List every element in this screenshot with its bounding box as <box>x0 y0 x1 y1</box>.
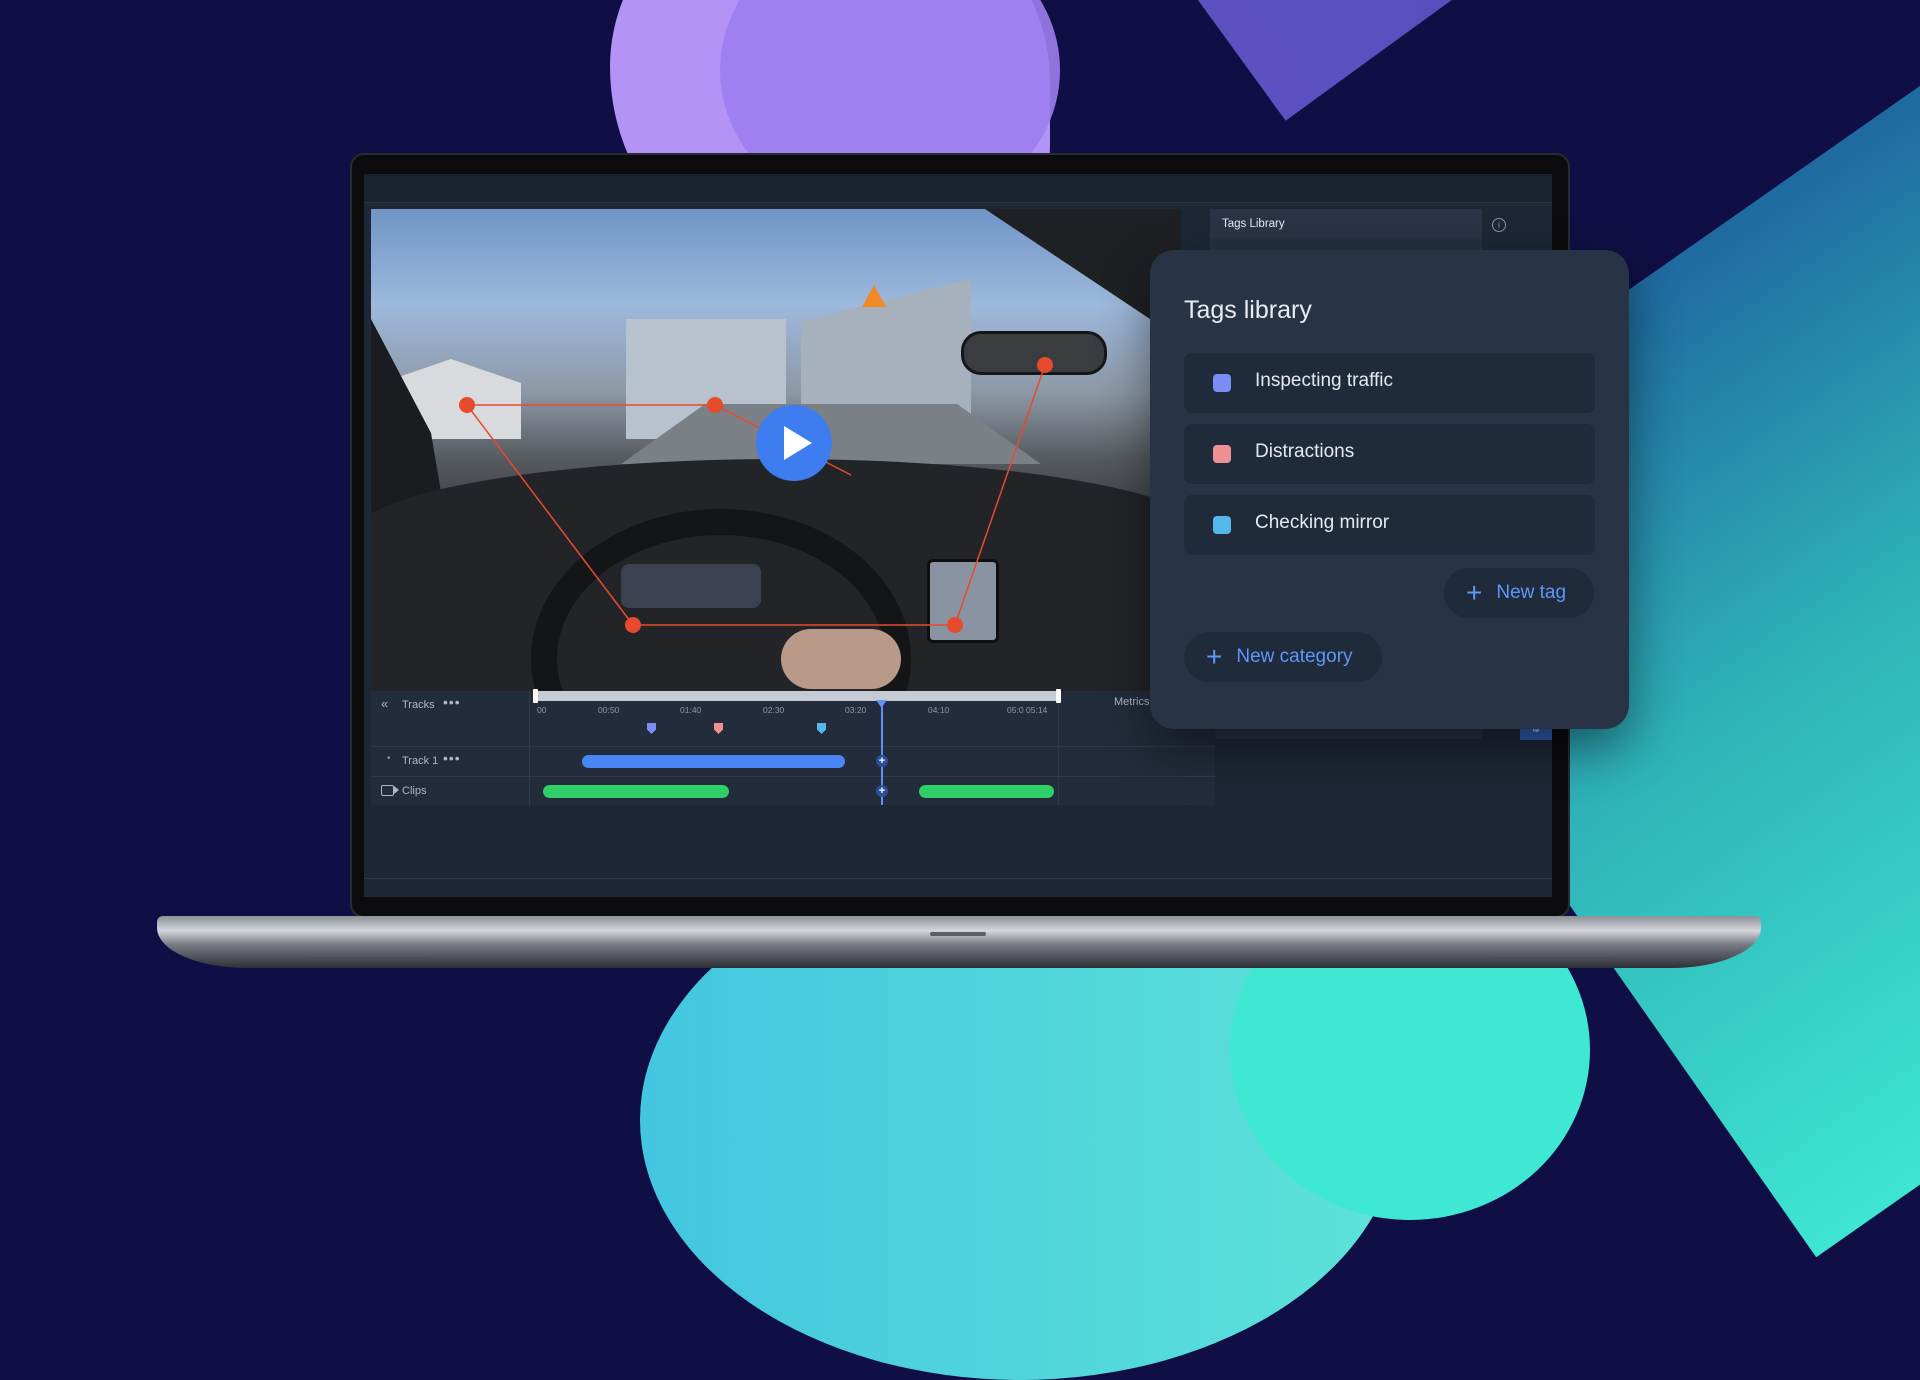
gaze-point <box>707 397 723 413</box>
metrics-label: Metrics <box>1114 696 1150 708</box>
tab-tags-library[interactable]: Tags Library <box>1210 209 1482 239</box>
tag-color-swatch <box>1213 374 1231 392</box>
time-tick: 00 <box>537 705 547 715</box>
new-tag-button[interactable]: + New tag <box>1444 568 1594 618</box>
track-header: • Track 1 ••• <box>371 747 530 777</box>
tag-label: Inspecting traffic <box>1255 370 1394 391</box>
laptop-base <box>157 916 1761 968</box>
info-icon[interactable]: i <box>1492 218 1506 232</box>
tracks-label: Tracks <box>402 699 435 711</box>
scrub-end-handle[interactable] <box>1056 689 1061 703</box>
time-tick: 04:10 <box>928 705 950 715</box>
track-segment[interactable] <box>582 755 845 768</box>
tag-item-inspecting-traffic[interactable]: Inspecting traffic <box>1184 353 1595 413</box>
more-options-icon[interactable]: ••• <box>443 750 461 766</box>
clips-header: Clips <box>371 777 530 806</box>
tracks-header: « Tracks ••• <box>371 691 530 746</box>
collapse-chevron-icon[interactable]: « <box>381 696 388 711</box>
timeline: « Tracks ••• • Track 1 ••• Clips Metrics <box>371 689 1215 806</box>
play-icon <box>784 426 812 460</box>
tags-library-card: Tags library Inspecting traffic Distract… <box>1150 250 1629 729</box>
more-options-icon[interactable]: ••• <box>443 694 461 710</box>
gaze-point <box>459 397 475 413</box>
background-shape <box>980 0 1920 121</box>
laptop-foot <box>310 957 428 960</box>
timeline-scrub-bar[interactable] <box>535 691 1059 701</box>
play-button[interactable] <box>756 405 832 481</box>
time-tick: 05:14 <box>1026 705 1048 715</box>
time-tick: 03:20 <box>845 705 867 715</box>
gaze-point <box>625 617 641 633</box>
track-label: Track 1 <box>402 755 439 767</box>
new-category-button[interactable]: + New category <box>1184 632 1382 682</box>
scrub-start-handle[interactable] <box>533 689 538 703</box>
time-tick: 05:0 <box>1007 705 1024 715</box>
tag-item-checking-mirror[interactable]: Checking mirror <box>1184 495 1595 555</box>
add-clip-button[interactable]: + <box>876 785 888 797</box>
clip-segment[interactable] <box>543 785 729 798</box>
tag-color-swatch <box>1213 516 1231 534</box>
clip-segment[interactable] <box>919 785 1054 798</box>
gaze-point <box>947 617 963 633</box>
side-panel-tabs: Tags Library i <box>1210 209 1552 239</box>
plus-icon: + <box>1466 577 1483 608</box>
video-camera-icon <box>394 786 399 794</box>
laptop-notch <box>930 932 986 936</box>
video-camera-icon <box>381 785 394 796</box>
gaze-point <box>1037 357 1053 373</box>
tag-label: Distractions <box>1255 441 1355 462</box>
laptop-foot <box>1494 957 1612 960</box>
tag-label: Checking mirror <box>1255 512 1390 533</box>
new-tag-label: New tag <box>1496 582 1567 603</box>
track-bullet-icon: • <box>387 753 391 764</box>
clips-label: Clips <box>402 785 427 797</box>
tag-color-swatch <box>1213 445 1231 463</box>
time-tick: 00:50 <box>598 705 620 715</box>
new-category-label: New category <box>1236 646 1353 667</box>
time-tick: 01:40 <box>680 705 702 715</box>
app-topbar <box>364 174 1552 203</box>
tags-library-title: Tags library <box>1184 296 1312 324</box>
add-to-track-button[interactable]: + <box>876 755 888 767</box>
tag-item-distractions[interactable]: Distractions <box>1184 424 1595 484</box>
plus-icon: + <box>1206 641 1223 672</box>
divider <box>364 878 1552 879</box>
video-player[interactable] <box>371 209 1181 691</box>
time-tick: 02:30 <box>763 705 785 715</box>
